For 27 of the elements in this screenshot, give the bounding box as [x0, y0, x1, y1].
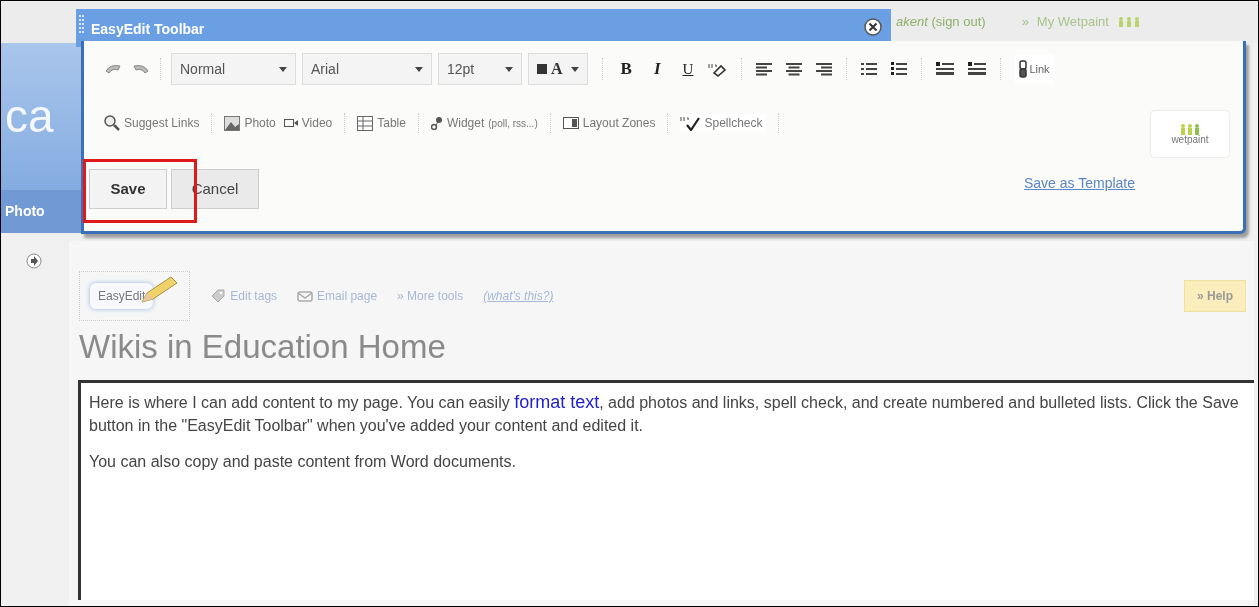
insert-video-button[interactable]: Video [283, 114, 333, 132]
link-button[interactable]: Link [1015, 54, 1054, 84]
nav-item[interactable]: Photo [5, 200, 45, 222]
arrow-glyph: » [1021, 13, 1029, 32]
text-color-button[interactable]: A [528, 53, 588, 85]
underline-button[interactable]: U [678, 57, 698, 81]
insert-spellcheck-button[interactable]: Spellcheck [680, 114, 767, 132]
insert-widget-button[interactable]: Widget (poll, rss...) [430, 114, 538, 132]
paragraph: Here is where I can add content to my page. You can easily format text, add photos and links, spell check, and create numbered and bulleted lists. Click the Save button in the "EasyEdit Toolbar" when you've added your content and edited it. [89, 391, 1240, 436]
site-title-fragment: ca [5, 90, 54, 142]
easyedit-button[interactable]: EasyEdit [79, 271, 191, 321]
dialog-title: EasyEdit Toolbar [91, 20, 205, 39]
page-title: Wikis in Education Home [79, 327, 447, 367]
font-dropdown[interactable]: Arial [302, 53, 432, 85]
save-as-template-link[interactable]: Save as Template [1023, 172, 1135, 194]
save-button[interactable]: Save [89, 169, 167, 209]
style-dropdown[interactable]: Normal [171, 53, 296, 85]
insert-image-button[interactable]: Photo [224, 114, 276, 132]
wetpaint-logo: wetpaint [1151, 111, 1229, 157]
insert-table-button[interactable]: Table [357, 114, 406, 132]
insert-magnifier-button[interactable]: Suggest Links [104, 114, 200, 132]
help-button[interactable]: » Help [1184, 280, 1246, 312]
bold-button[interactable]: B [616, 56, 636, 82]
insert-layout-button[interactable]: Layout Zones [562, 114, 656, 132]
italic-button[interactable]: I [649, 56, 665, 82]
size-dropdown[interactable]: 12pt [438, 53, 522, 85]
paragraph: You can also copy and paste content from Word documents. [89, 452, 517, 472]
